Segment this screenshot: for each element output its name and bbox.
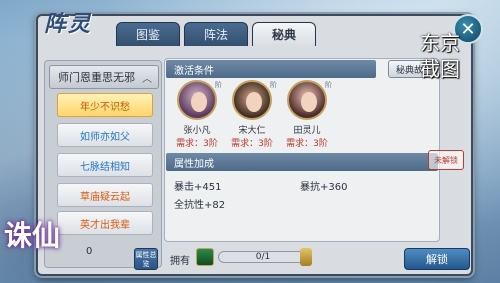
rank-badge: 阶: [270, 81, 277, 89]
window-title: 阵灵: [44, 11, 93, 37]
portrait-tian-linger: [287, 80, 327, 120]
character-card[interactable]: 阶 田灵儿 需求：3阶: [282, 80, 332, 149]
character-name: 宋大仁: [238, 126, 266, 136]
attribute-all-resist: 全抗性+82: [174, 200, 226, 211]
chevron-up-icon: ︿: [142, 74, 152, 85]
footer-count: 0: [86, 246, 93, 257]
jade-item-icon: [196, 248, 214, 266]
rank-badge: 阶: [215, 81, 222, 89]
chapter-list: 师门恩重思无邪 ︿ 年少不识愁 如师亦如父 七脉结相知 草庙疑云起 英才出我辈: [44, 60, 162, 268]
game-logo: 诛仙: [4, 219, 61, 252]
character-name: 张小凡: [183, 126, 211, 136]
tab-zhenfa[interactable]: 阵法: [184, 22, 248, 46]
attribute-overview-button[interactable]: 属性总览: [134, 248, 158, 270]
character-requirement: 需求：3阶: [231, 139, 273, 149]
list-item[interactable]: 年少不识愁: [57, 93, 153, 117]
attribute-section-header: 属性加成: [166, 153, 438, 171]
own-progress-text: 0/1: [255, 252, 271, 262]
tab-tujian[interactable]: 图鉴: [116, 22, 180, 46]
unlock-button[interactable]: 解锁: [404, 248, 470, 270]
chapter-group-label: 师门恩重思无邪: [58, 71, 135, 84]
tab-bar: 图鉴 阵法 秘典: [116, 22, 316, 46]
list-item[interactable]: 七脉结相知: [57, 153, 153, 177]
portrait-song-daren: [232, 80, 272, 120]
own-label: 拥有: [170, 256, 190, 267]
chapter-group-header[interactable]: 师门恩重思无邪 ︿: [49, 65, 159, 89]
character-requirement: 需求：3阶: [176, 139, 218, 149]
character-name: 田灵儿: [293, 126, 321, 136]
activation-section-header: 激活条件: [166, 60, 376, 78]
list-item[interactable]: 如师亦如父: [57, 123, 153, 147]
attribute-crit: 暴击+451: [174, 182, 222, 193]
list-item[interactable]: 草庙疑云起: [57, 183, 153, 207]
portrait-zhang-xiaofan: [177, 80, 217, 120]
locked-seal: 未解锁: [428, 150, 464, 170]
attribute-crit-resist: 暴抗+360: [300, 182, 348, 193]
rank-badge: 阶: [325, 81, 332, 89]
tab-midian[interactable]: 秘典: [252, 22, 316, 46]
list-item[interactable]: 英才出我辈: [57, 211, 153, 235]
scroll-item-icon: [300, 248, 312, 266]
watermark: 东京截图: [420, 31, 460, 81]
character-card[interactable]: 阶 张小凡 需求：3阶: [172, 80, 222, 149]
close-icon: ✕: [460, 18, 476, 40]
character-card[interactable]: 阶 宋大仁 需求：3阶: [227, 80, 277, 149]
character-requirement: 需求：3阶: [286, 139, 328, 149]
